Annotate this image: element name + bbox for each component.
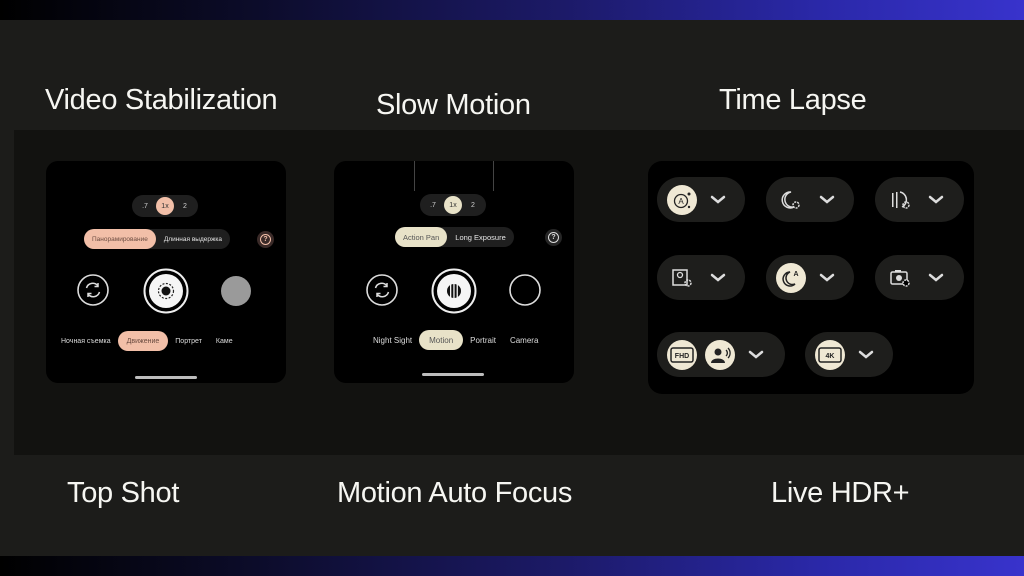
mode-night-sight[interactable]: Ночная съемка [54,331,118,351]
mode-portrait[interactable]: Портрет [168,331,209,351]
mode-motion[interactable]: Motion [419,330,464,350]
zoom-option-0.7[interactable]: .7 [424,196,442,214]
motion-settings-icon [885,185,915,215]
title-top-shot: Top Shot [67,477,180,509]
4k-icon: 4K [815,339,845,370]
chevron-down-icon [705,190,731,210]
svg-text:A: A [793,271,798,278]
title-video-stabilization: Video Stabilization [45,84,278,116]
help-button[interactable]: ? [257,231,274,248]
divider-line [414,161,415,191]
chevron-down-icon [923,190,949,210]
zoom-selector: .7 1x 2 [132,195,198,217]
title-time-lapse: Time Lapse [719,84,867,116]
help-icon: ? [548,232,559,243]
help-button[interactable]: ? [545,229,562,246]
speech-enhance-icon [705,339,735,370]
shutter-button[interactable] [143,268,189,314]
camera-settings-icon [885,263,915,293]
chevron-down-icon [814,190,840,210]
setting-video-resolution[interactable]: FHD [657,332,785,377]
top-gradient-band [0,0,1024,20]
submode-toggle: Панорамирование Длинная выдержка [84,229,230,249]
zoom-option-2[interactable]: 2 [176,197,194,215]
setting-portrait[interactable] [657,255,745,300]
night-settings-icon [776,185,806,215]
fhd-icon: FHD [667,339,697,370]
chevron-down-icon [853,345,879,365]
svg-text:A: A [678,197,684,206]
title-slow-motion: Slow Motion [376,89,531,121]
help-icon: ? [260,234,271,245]
setting-motion[interactable] [875,177,964,222]
mode-carousel: Night Sight Motion Portrait Camera [366,330,545,350]
mode-night-sight[interactable]: Night Sight [366,330,419,350]
submode-long-exposure[interactable]: Long Exposure [447,227,513,247]
zoom-option-2[interactable]: 2 [464,196,482,214]
setting-auto-enhance[interactable]: A [657,177,745,222]
setting-night[interactable] [766,177,854,222]
setting-camera[interactable] [875,255,964,300]
setting-night-auto[interactable]: A [766,255,854,300]
chevron-down-icon [923,268,949,288]
switch-camera-button[interactable] [76,273,110,307]
submode-action-pan[interactable]: Action Pan [395,227,448,247]
chevron-down-icon [705,268,731,288]
mode-motion[interactable]: Движение [117,331,169,351]
mode-carousel: Ночная съемка Движение Портрет Каме [54,331,240,351]
camera-settings-panel: A A FHD 4K [648,161,974,394]
setting-4k[interactable]: 4K [805,332,893,377]
zoom-option-0.7[interactable]: .7 [136,197,154,215]
gallery-thumbnail[interactable] [220,275,252,307]
bottom-gradient-band [0,556,1024,576]
shutter-button[interactable] [431,268,477,314]
auto-enhance-icon: A [667,184,697,215]
switch-camera-icon [374,282,390,298]
chevron-down-icon [743,345,769,365]
home-indicator [422,373,484,376]
portrait-settings-icon [667,263,697,293]
night-auto-icon: A [776,262,806,293]
camera-ui-russian: .7 1x 2 Панорамирование Длинная выдержка… [46,161,286,383]
fhd-label: FHD [675,353,689,360]
4k-label: 4K [826,353,835,360]
title-live-hdr: Live HDR+ [771,477,910,509]
zoom-option-1x[interactable]: 1x [156,197,174,215]
divider-line [493,161,494,191]
mode-camera[interactable]: Camera [503,330,545,350]
submode-toggle: Action Pan Long Exposure [395,227,514,247]
switch-camera-button[interactable] [365,273,399,307]
title-motion-auto-focus: Motion Auto Focus [337,477,573,509]
zoom-selector: .7 1x 2 [420,194,486,216]
submode-long-exposure[interactable]: Длинная выдержка [156,229,230,249]
chevron-down-icon [814,268,840,288]
zoom-option-1x[interactable]: 1x [444,196,462,214]
slow-motion-icon [447,284,461,298]
home-indicator [135,376,197,379]
mode-camera[interactable]: Каме [209,331,240,351]
submode-panning[interactable]: Панорамирование [84,229,156,249]
gallery-thumbnail[interactable] [508,273,542,307]
camera-ui-english: .7 1x 2 Action Pan Long Exposure ? Night… [334,161,574,383]
mode-portrait[interactable]: Portrait [463,330,503,350]
switch-camera-icon [85,282,101,298]
